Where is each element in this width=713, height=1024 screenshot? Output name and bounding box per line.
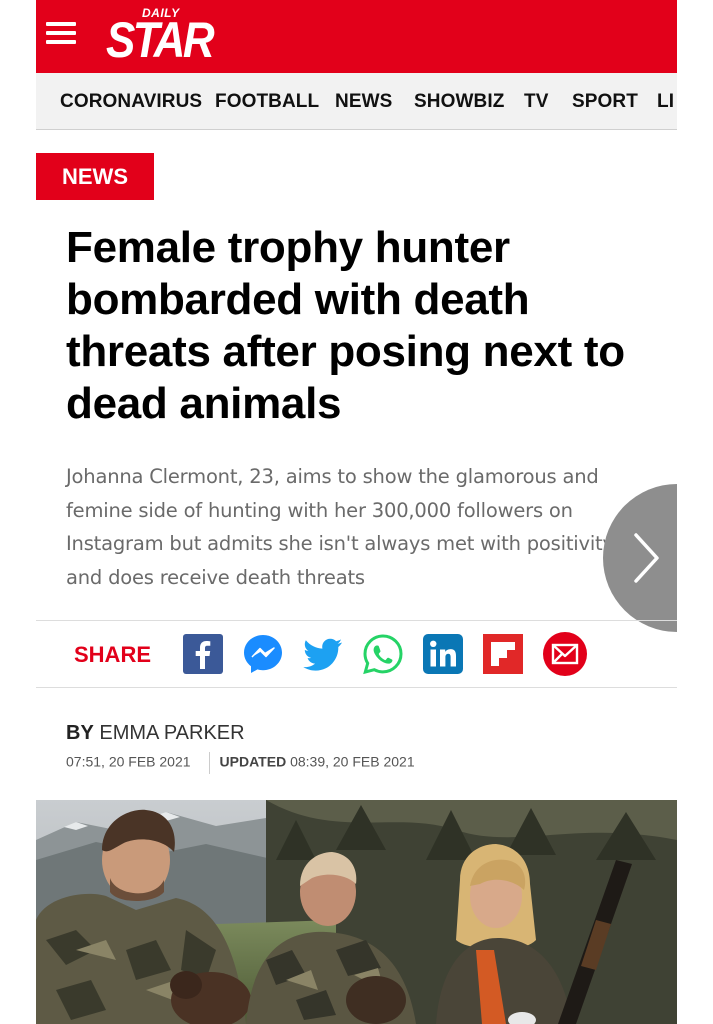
site-logo[interactable]: DAILY STAR [106,4,215,68]
nav-item-more[interactable]: LI [657,91,674,113]
chevron-right-icon [634,533,659,583]
published-time: 07:51, 20 FEB 2021 [66,753,191,770]
byline: BY EMMA PARKER [66,722,245,745]
updated-time: 08:39, 20 FEB 2021 [290,753,415,770]
logo-star-text: STAR [106,12,215,68]
nav-item-showbiz[interactable]: SHOWBIZ [414,91,504,113]
nav-item-football[interactable]: FOOTBALL [215,91,319,113]
article-hero-image[interactable] [36,800,677,1024]
nav-item-sport[interactable]: SPORT [572,91,638,113]
updated-label: UPDATED [219,753,287,770]
messenger-icon[interactable] [242,633,284,675]
share-bar: SHARE [36,620,677,688]
date-divider [208,752,210,774]
article-headline: Female trophy hunter bombarded with deat… [66,223,625,428]
author-name[interactable]: EMMA PARKER [99,722,244,744]
linkedin-icon[interactable] [422,633,464,675]
nav-item-news[interactable]: NEWS [335,91,392,113]
section-tag[interactable]: NEWS [36,153,154,200]
email-icon[interactable] [542,631,588,677]
facebook-icon[interactable] [182,633,224,675]
twitter-icon[interactable] [302,633,344,675]
byline-prefix: BY [66,722,94,744]
nav-item-coronavirus[interactable]: CORONAVIRUS [60,91,202,113]
share-label: SHARE [74,642,152,667]
whatsapp-icon[interactable] [362,633,404,675]
article-standfirst: Johanna Clermont, 23, aims to show the g… [66,465,614,589]
nav-item-tv[interactable]: TV [524,91,548,113]
menu-icon[interactable] [46,22,76,46]
dateline: 07:51, 20 FEB 2021 UPDATED 08:39, 20 FEB … [66,752,415,774]
section-nav: CORONAVIRUS FOOTBALL NEWS SHOWBIZ TV SPO… [36,73,677,130]
site-header: DAILY STAR [36,0,677,73]
hunters-photo [36,800,677,1024]
article-page: DAILY STAR CORONAVIRUS FOOTBALL NEWS SHO… [36,0,677,1024]
flipboard-icon[interactable] [482,633,524,675]
